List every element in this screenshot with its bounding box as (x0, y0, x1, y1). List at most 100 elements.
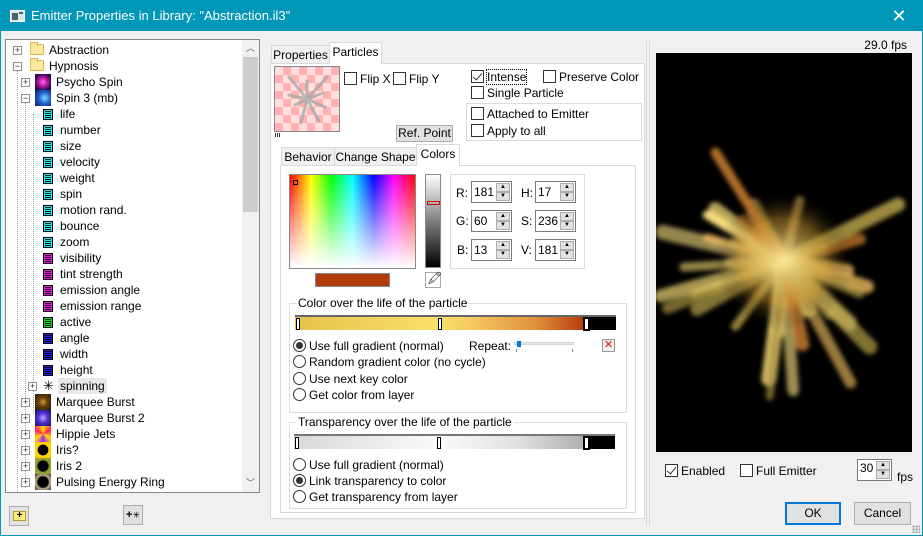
spin-up-icon[interactable]: ▲ (496, 212, 510, 221)
s-spinner[interactable]: 236 ▲ ▼ (535, 210, 576, 232)
tree-item[interactable]: height (6, 362, 242, 378)
g-value[interactable]: 60 (474, 214, 487, 228)
tree-item[interactable]: + Psycho Spin (6, 74, 242, 90)
value-slider[interactable] (425, 174, 441, 268)
gradient-key-mid[interactable] (438, 318, 442, 330)
r-value[interactable]: 181 (474, 185, 494, 199)
tree-item[interactable]: − Hypnosis (6, 58, 242, 74)
particle-thumbnail[interactable] (274, 66, 340, 132)
s-value[interactable]: 236 (538, 214, 558, 228)
spin-up-icon[interactable]: ▲ (560, 241, 574, 250)
transparency-key-end[interactable] (583, 436, 590, 450)
tree-item[interactable]: − Spin 3 (mb) (6, 90, 242, 106)
tree-item[interactable]: + Iris 2 (6, 458, 242, 474)
emitter-preview[interactable] (656, 53, 912, 452)
eyedropper-button[interactable]: 🖍 (425, 271, 442, 288)
tree-item[interactable]: spin (6, 186, 242, 202)
tree-item[interactable]: motion rand. (6, 202, 242, 218)
expand-icon[interactable]: + (21, 430, 30, 439)
repeat-slider[interactable] (514, 341, 574, 355)
spin-down-icon[interactable]: ▼ (496, 221, 510, 230)
tree-item[interactable]: angle (6, 330, 242, 346)
tree-item[interactable]: tint strength (6, 266, 242, 282)
library-tree[interactable]: ︿ ﹀ + Abstraction − Hypnosis + Psycho Spin − Sp… (5, 39, 260, 493)
tree-item[interactable]: + Marquee Burst 2 (6, 410, 242, 426)
spin-down-icon[interactable]: ▼ (560, 221, 574, 230)
tree-item[interactable]: + Pulsing Energy Ring (6, 474, 242, 490)
spin-down-icon[interactable]: ▼ (876, 470, 890, 479)
h-spinner[interactable]: 17 ▲ ▼ (535, 181, 576, 203)
spin-down-icon[interactable]: ▼ (560, 250, 574, 259)
tree-item[interactable]: life (6, 106, 242, 122)
fps-value[interactable]: 30 (860, 461, 873, 475)
fps-spinner[interactable]: 30 ▲ ▼ (857, 459, 892, 481)
b-value[interactable]: 13 (474, 243, 487, 257)
spin-up-icon[interactable]: ▲ (876, 461, 890, 470)
v-spinner[interactable]: 181 ▲ ▼ (535, 239, 576, 261)
expand-icon[interactable]: + (21, 478, 30, 487)
v-value[interactable]: 181 (538, 243, 558, 257)
tree-item[interactable]: + Abstraction (6, 42, 242, 58)
spin-up-icon[interactable]: ▲ (560, 183, 574, 192)
expand-icon[interactable]: + (21, 398, 30, 407)
expand-icon[interactable]: + (21, 414, 30, 423)
tree-item[interactable]: size (6, 138, 242, 154)
tree-item[interactable]: emission range (6, 298, 242, 314)
r-spinner[interactable]: 181 ▲ ▼ (471, 181, 512, 203)
ref-point-button[interactable]: Ref. Point (396, 125, 453, 142)
tree-item[interactable]: + ✳ spinning (6, 378, 242, 394)
scroll-down-icon[interactable]: ﹀ (242, 475, 259, 492)
tab-properties[interactable]: Properties (271, 45, 330, 65)
transparency-key-start[interactable] (295, 437, 299, 449)
spin-up-icon[interactable]: ▲ (496, 183, 510, 192)
spin-down-icon[interactable]: ▼ (496, 192, 510, 201)
tree-item[interactable]: + Marquee Burst (6, 394, 242, 410)
color-gradient-bar[interactable] (295, 315, 616, 331)
spin-up-icon[interactable]: ▲ (560, 212, 574, 221)
cancel-button[interactable]: Cancel (854, 502, 911, 525)
value-slider-thumb[interactable] (427, 201, 440, 205)
thumbnail-grip-icon[interactable] (275, 133, 281, 137)
close-button[interactable]: ✕ (876, 1, 922, 31)
ok-button[interactable]: OK (785, 502, 841, 525)
collapse-icon[interactable]: − (21, 94, 30, 103)
delete-key-button[interactable]: ✕ (602, 339, 615, 352)
gradient-key-end[interactable] (583, 317, 590, 331)
tree-item[interactable]: width (6, 346, 242, 362)
tree-item[interactable]: velocity (6, 154, 242, 170)
spin-up-icon[interactable]: ▲ (496, 241, 510, 250)
tab-particles[interactable]: Particles (329, 42, 382, 64)
spin-down-icon[interactable]: ▼ (560, 192, 574, 201)
h-value[interactable]: 17 (538, 185, 551, 199)
tree-item[interactable]: visibility (6, 250, 242, 266)
spin-down-icon[interactable]: ▼ (496, 250, 510, 259)
tree-item[interactable]: weight (6, 170, 242, 186)
new-particle-button[interactable]: +✳ (123, 505, 143, 525)
new-folder-button[interactable]: + (9, 506, 29, 526)
repeat-slider-thumb[interactable] (516, 341, 521, 347)
gradient-key-start[interactable] (296, 318, 300, 330)
tab-behavior[interactable]: Behavior (281, 147, 335, 167)
expand-icon[interactable]: + (21, 78, 30, 87)
expand-icon[interactable]: + (21, 446, 30, 455)
expand-icon[interactable]: + (28, 382, 37, 391)
color-cursor[interactable] (293, 180, 298, 185)
tree-item[interactable]: number (6, 122, 242, 138)
tab-colors[interactable]: Colors (416, 144, 460, 166)
tree-scrollbar[interactable]: ︿ ﹀ (242, 40, 259, 492)
scroll-thumb[interactable] (243, 57, 258, 212)
tree-item[interactable]: emission angle (6, 282, 242, 298)
tree-item[interactable]: + Hippie Jets (6, 426, 242, 442)
transparency-gradient-bar[interactable] (294, 434, 615, 450)
g-spinner[interactable]: 60 ▲ ▼ (471, 210, 512, 232)
b-spinner[interactable]: 13 ▲ ▼ (471, 239, 512, 261)
tab-change-shape[interactable]: Change Shape (334, 147, 417, 167)
tree-item[interactable]: bounce (6, 218, 242, 234)
expand-icon[interactable]: + (21, 462, 30, 471)
transparency-key-mid[interactable] (437, 437, 441, 449)
hue-saturation-field[interactable] (289, 174, 416, 269)
tree-item[interactable]: + Iris? (6, 442, 242, 458)
expand-icon[interactable]: + (13, 46, 22, 55)
tree-item[interactable]: zoom (6, 234, 242, 250)
collapse-icon[interactable]: − (13, 62, 22, 71)
